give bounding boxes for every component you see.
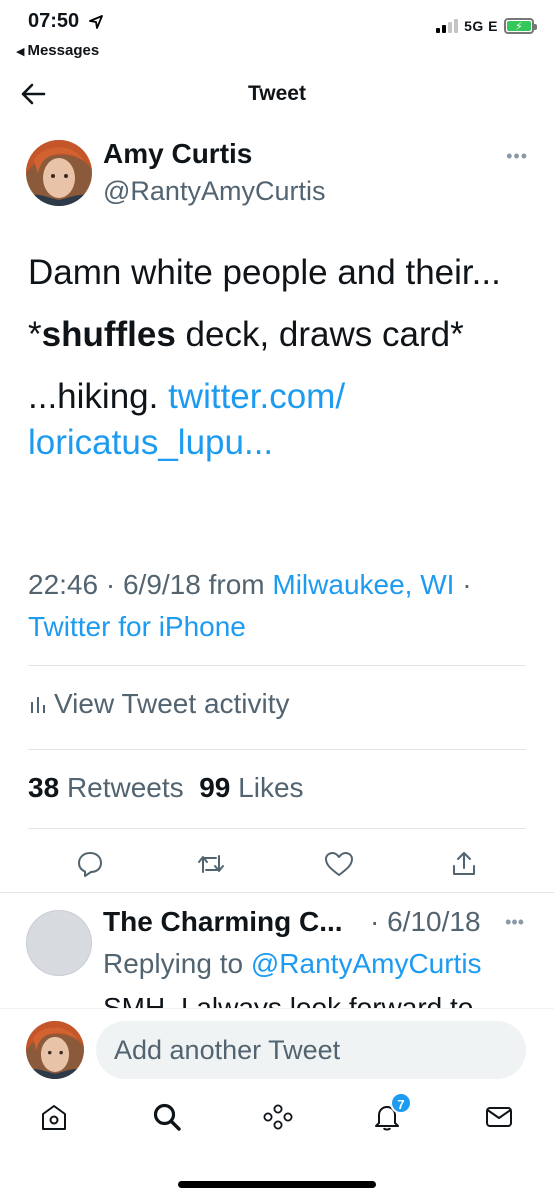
tweet-body: Damn white people and their... *shuffles… — [28, 250, 528, 482]
divider — [28, 749, 526, 750]
tweet-line-2: *shuffles deck, draws card* — [28, 312, 528, 358]
tweet-time: 22:46 — [28, 569, 99, 600]
tweet-line-2-bold: shuffles — [41, 315, 176, 354]
search-icon[interactable] — [152, 1102, 182, 1132]
tweet-stats: 38 Retweets 99 Likes — [28, 772, 304, 804]
battery-charging-icon: ⚡ — [504, 18, 537, 34]
replying-to-label: Replying to — [103, 948, 244, 979]
likes-count: 99 — [199, 772, 231, 803]
author-name[interactable]: Amy Curtis — [103, 138, 252, 170]
divider — [28, 665, 526, 666]
reply-body: SMH. I always look forward to — [103, 992, 474, 1008]
back-app-label: Messages — [27, 42, 100, 59]
reply-avatar[interactable] — [26, 910, 92, 976]
nav-header: Tweet — [0, 66, 554, 122]
tweet-client[interactable]: Twitter for iPhone — [28, 611, 246, 642]
tweet-location[interactable]: Milwaukee, WI — [272, 569, 454, 600]
back-to-app-link[interactable]: ◀ Messages — [16, 42, 99, 59]
reply-more-icon[interactable]: ••• — [505, 912, 524, 933]
tweet-meta: 22:46 · 6/9/18 from Milwaukee, WI · Twit… — [28, 569, 472, 642]
system-indicators: 5G E ⚡ — [436, 18, 537, 34]
notifications-tab[interactable]: 7 — [372, 1092, 412, 1132]
home-indicator[interactable] — [178, 1181, 376, 1188]
clock: 07:50 — [28, 10, 103, 33]
messages-icon[interactable] — [484, 1102, 514, 1132]
analytics-icon — [31, 697, 45, 713]
reply-icon[interactable] — [76, 850, 104, 878]
page-title: Tweet — [248, 82, 306, 105]
home-icon[interactable] — [40, 1102, 68, 1132]
more-options-icon[interactable]: ••• — [506, 146, 528, 167]
view-tweet-activity-button[interactable]: View Tweet activity — [30, 688, 290, 720]
add-tweet-input[interactable]: Add another Tweet — [96, 1021, 526, 1079]
tweet-date: 6/9/18 — [122, 569, 201, 600]
back-triangle-icon: ◀ — [16, 46, 25, 58]
likes-label: Likes — [238, 772, 304, 803]
likes-stat[interactable]: 99 Likes — [199, 772, 303, 803]
reply-author-name[interactable]: The Charming C... — [103, 906, 343, 938]
cellular-signal-icon — [436, 19, 459, 33]
replying-to: Replying to @RantyAmyCurtis — [103, 948, 482, 980]
clock-time: 07:50 — [28, 10, 80, 32]
divider — [0, 892, 554, 893]
spaces-icon[interactable] — [262, 1102, 294, 1132]
author-handle[interactable]: @RantyAmyCurtis — [103, 176, 325, 207]
retweets-stat[interactable]: 38 Retweets — [28, 772, 184, 803]
like-icon[interactable] — [324, 850, 354, 878]
composer-avatar-image — [26, 1021, 84, 1079]
reply-date: · 6/10/18 — [370, 906, 481, 937]
author-avatar-image — [26, 140, 92, 206]
reply-tweet[interactable]: The Charming C... · 6/10/18 ••• Replying… — [0, 904, 554, 1008]
notifications-badge: 7 — [390, 1092, 412, 1114]
share-icon[interactable] — [450, 850, 478, 878]
tweet-actions — [0, 846, 554, 886]
tweet-line-1: Damn white people and their... — [28, 253, 501, 292]
status-bar: 07:50 ◀ Messages 5G E ⚡ — [0, 0, 554, 64]
retweets-count: 38 — [28, 772, 60, 803]
network-type: 5G E — [464, 18, 498, 34]
from-label: from — [208, 569, 265, 600]
divider — [28, 828, 526, 829]
tweet-line-2-prefix: * — [28, 315, 42, 354]
view-tweet-activity-label: View Tweet activity — [54, 688, 290, 719]
retweet-icon[interactable] — [196, 850, 226, 878]
retweets-label: Retweets — [66, 772, 184, 803]
bottom-tab-bar: 7 — [0, 1092, 554, 1152]
tweet-line-3-text: ...hiking. — [28, 377, 169, 416]
author-avatar[interactable] — [26, 140, 92, 206]
tweet-author: Amy Curtis @RantyAmyCurtis ••• — [26, 138, 530, 210]
location-arrow-icon — [88, 15, 103, 29]
reply-composer: Add another Tweet — [0, 1008, 554, 1090]
composer-avatar — [26, 1021, 84, 1079]
tweet-line-3: ...hiking. twitter.com/ loricatus_lupu..… — [28, 374, 528, 466]
replying-to-handle[interactable]: @RantyAmyCurtis — [251, 948, 482, 979]
tweet-line-2-rest: deck, draws card* — [175, 315, 464, 354]
